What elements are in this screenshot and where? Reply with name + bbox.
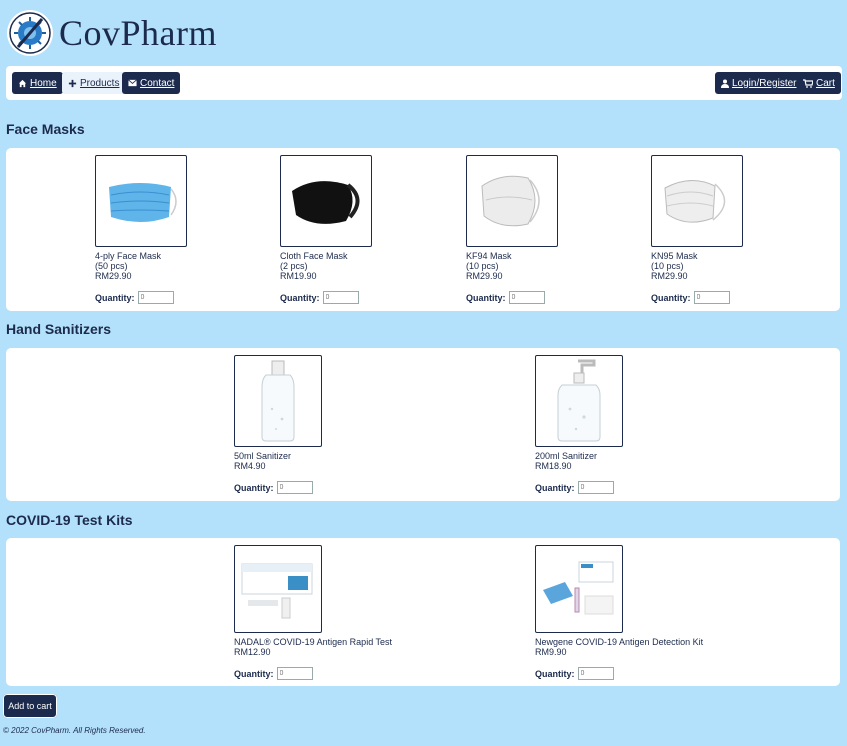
- quantity-input[interactable]: [508, 291, 545, 304]
- nav-contact-button[interactable]: Contact: [122, 72, 181, 94]
- quantity-label: Quantity:: [95, 292, 135, 303]
- product-card: 4-ply Face Mask (50 pcs) RM29.90 Quantit…: [95, 155, 255, 304]
- product-pack: (2 pcs): [280, 261, 308, 271]
- brand-header: CovPharm: [4, 4, 842, 62]
- nav-cart-button[interactable]: Cart: [797, 72, 841, 94]
- nav-products-button[interactable]: Products: [62, 72, 126, 94]
- nav-contact-label: Contact: [140, 77, 175, 89]
- product-name: 4-ply Face Mask: [95, 251, 162, 261]
- product-card: NADAL® COVID-19 Antigen Rapid Test RM12.…: [234, 545, 454, 680]
- product-card: Newgene COVID-19 Antigen Detection Kit R…: [535, 545, 755, 680]
- product-pack: (10 pcs): [466, 261, 499, 271]
- product-name: NADAL® COVID-19 Antigen Rapid Test: [234, 637, 393, 647]
- product-name: 200ml Sanitizer: [535, 451, 598, 461]
- product-card: 200ml Sanitizer RM18.90 Quantity:: [535, 355, 695, 494]
- quantity-label: Quantity:: [466, 292, 506, 303]
- virus-logo-icon[interactable]: [7, 10, 53, 56]
- quantity-label: Quantity:: [535, 482, 575, 493]
- product-price: RM29.90: [651, 271, 688, 281]
- brand-name[interactable]: CovPharm: [59, 12, 217, 54]
- product-name: Newgene COVID-19 Antigen Detection Kit: [535, 637, 704, 647]
- product-price: RM12.90: [234, 647, 271, 657]
- envelope-icon: [128, 79, 137, 87]
- product-card: 50ml Sanitizer RM4.90 Quantity:: [234, 355, 394, 494]
- product-card: KF94 Mask (10 pcs) RM29.90 Quantity:: [466, 155, 626, 304]
- quantity-input[interactable]: [276, 667, 313, 680]
- product-price: RM4.90: [234, 461, 266, 471]
- quantity-input[interactable]: [693, 291, 730, 304]
- section-title-covid-test-kits: COVID-19 Test Kits: [6, 512, 133, 528]
- product-name: KN95 Mask: [651, 251, 698, 261]
- product-image[interactable]: [234, 545, 322, 633]
- product-name: Cloth Face Mask: [280, 251, 348, 261]
- add-to-cart-button[interactable]: Add to cart: [3, 694, 57, 718]
- product-image[interactable]: [95, 155, 187, 247]
- quantity-label: Quantity:: [280, 292, 320, 303]
- nav-login-label: Login/Register: [732, 77, 797, 89]
- quantity-label: Quantity:: [651, 292, 691, 303]
- product-price: RM9.90: [535, 647, 567, 657]
- nav-products-label: Products: [80, 77, 120, 89]
- quantity-input[interactable]: [577, 481, 614, 494]
- nav-cart-label: Cart: [816, 77, 835, 89]
- product-image[interactable]: [535, 545, 623, 633]
- section-title-hand-sanitizers: Hand Sanitizers: [6, 321, 112, 337]
- page: CovPharm Home Products Contact Login/Reg…: [4, 4, 842, 686]
- section-title-face-masks: Face Masks: [6, 121, 85, 137]
- quantity-input[interactable]: [276, 481, 313, 494]
- home-icon: [18, 79, 27, 87]
- product-image[interactable]: [466, 155, 558, 247]
- product-pack: (50 pcs): [95, 261, 128, 271]
- product-image[interactable]: [651, 155, 743, 247]
- product-name: KF94 Mask: [466, 251, 512, 261]
- user-icon: [721, 79, 729, 88]
- quantity-input[interactable]: [577, 667, 614, 680]
- navbar: Home Products Contact Login/Register Car…: [6, 66, 842, 100]
- nav-home-button[interactable]: Home: [12, 72, 63, 94]
- cart-icon: [803, 78, 813, 88]
- footer-copyright: © 2022 CovPharm. All Rights Reserved.: [3, 726, 146, 735]
- product-pack: (10 pcs): [651, 261, 684, 271]
- product-price: RM29.90: [95, 271, 132, 281]
- quantity-label: Quantity:: [535, 668, 575, 679]
- nav-login-button[interactable]: Login/Register: [715, 72, 803, 94]
- product-price: RM19.90: [280, 271, 317, 281]
- product-card: Cloth Face Mask (2 pcs) RM19.90 Quantity…: [280, 155, 440, 304]
- product-name: 50ml Sanitizer: [234, 451, 292, 461]
- quantity-label: Quantity:: [234, 482, 274, 493]
- product-card: KN95 Mask (10 pcs) RM29.90 Quantity:: [651, 155, 811, 304]
- panel-hand-sanitizers: 50ml Sanitizer RM4.90 Quantity: 200ml Sa…: [6, 348, 840, 501]
- panel-covid-test-kits: NADAL® COVID-19 Antigen Rapid Test RM12.…: [6, 538, 840, 686]
- product-price: RM18.90: [535, 461, 572, 471]
- product-image[interactable]: [234, 355, 322, 447]
- nav-home-label: Home: [30, 77, 57, 89]
- product-image[interactable]: [535, 355, 623, 447]
- quantity-input[interactable]: [137, 291, 174, 304]
- panel-face-masks: 4-ply Face Mask (50 pcs) RM29.90 Quantit…: [6, 148, 840, 311]
- plus-icon: [68, 79, 77, 87]
- quantity-input[interactable]: [322, 291, 359, 304]
- product-image[interactable]: [280, 155, 372, 247]
- product-price: RM29.90: [466, 271, 503, 281]
- quantity-label: Quantity:: [234, 668, 274, 679]
